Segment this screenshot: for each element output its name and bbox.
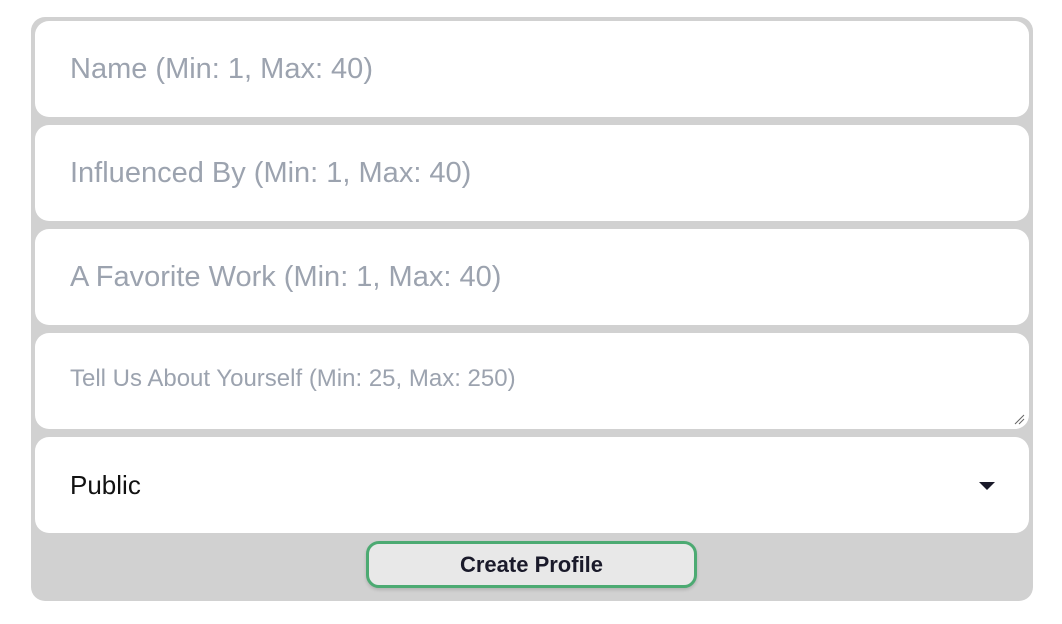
favorite-work-placeholder: A Favorite Work (Min: 1, Max: 40) [70, 260, 502, 293]
favorite-work-input[interactable]: A Favorite Work (Min: 1, Max: 40) [35, 229, 1029, 325]
name-input[interactable]: Name (Min: 1, Max: 40) [35, 21, 1029, 117]
create-profile-form: Name (Min: 1, Max: 40) Influenced By (Mi… [31, 17, 1033, 601]
influenced-by-placeholder: Influenced By (Min: 1, Max: 40) [70, 156, 472, 189]
chevron-down-icon [979, 482, 995, 490]
create-profile-button[interactable]: Create Profile [366, 541, 697, 588]
about-placeholder: Tell Us About Yourself (Min: 25, Max: 25… [70, 365, 516, 392]
about-textarea[interactable]: Tell Us About Yourself (Min: 25, Max: 25… [35, 333, 1029, 429]
visibility-select[interactable]: Public [35, 437, 1029, 533]
resize-handle-icon[interactable] [1013, 413, 1025, 425]
name-placeholder: Name (Min: 1, Max: 40) [70, 52, 373, 85]
influenced-by-input[interactable]: Influenced By (Min: 1, Max: 40) [35, 125, 1029, 221]
visibility-selected-value: Public [70, 469, 141, 500]
